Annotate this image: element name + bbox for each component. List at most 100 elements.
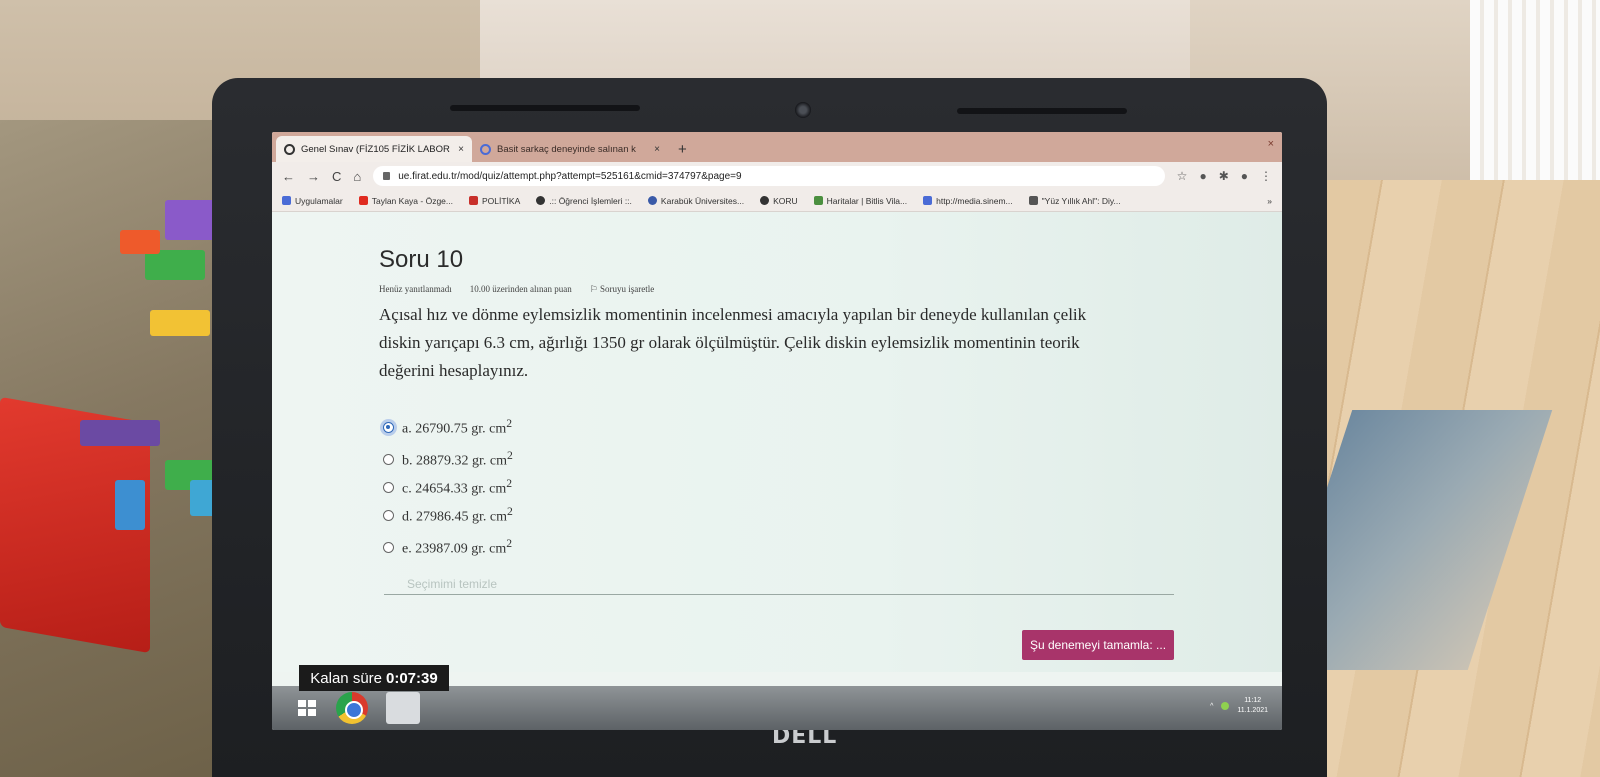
youtube-icon	[358, 196, 368, 205]
question-status: Henüz yanıtlanmadı	[379, 284, 452, 294]
bezel-slot	[957, 108, 1127, 114]
radio-button[interactable]	[383, 509, 394, 521]
bookmark-koru[interactable]: KORU	[760, 196, 798, 206]
flag-question-link[interactable]: ⚐ Soruyu işaretle	[590, 284, 655, 295]
tab-google[interactable]: Basit sarkaç deneyinde salınan k ×	[472, 136, 668, 162]
answer-option-c[interactable]: c. 24654.33 gr. cm2	[379, 475, 1282, 499]
bezel-slot	[450, 105, 640, 111]
extension-icon[interactable]: ●	[1199, 169, 1206, 183]
globe-icon	[760, 196, 770, 205]
quiz-page: Soru 10 Henüz yanıtlanmadı 10.00 üzerind…	[272, 212, 1282, 672]
file-explorer-icon[interactable]	[386, 692, 420, 724]
radio-button[interactable]	[383, 453, 394, 465]
system-tray: ^ 11:12 11.1.2021	[1210, 696, 1268, 716]
reload-icon[interactable]: C	[332, 169, 341, 184]
bookmark-label: "Yüz Yıllık Ahl": Diy...	[1041, 195, 1121, 206]
answer-option-d[interactable]: d. 27986.45 gr. cm2	[379, 499, 1282, 531]
bookmark-apps[interactable]: Uygulamalar	[282, 196, 343, 206]
bookmark-ogrenci[interactable]: .:: Öğrenci İşlemleri ::.	[536, 196, 632, 206]
toy-block	[80, 420, 160, 446]
system-clock[interactable]: 11:12 11.1.2021	[1237, 696, 1268, 716]
tab-title: Basit sarkaç deneyinde salınan k	[497, 143, 636, 155]
answer-label: b. 28879.32 gr. cm2	[402, 448, 513, 469]
close-icon[interactable]: ×	[654, 144, 660, 155]
home-icon[interactable]: ⌂	[353, 169, 361, 184]
address-bar[interactable]: ue.firat.edu.tr/mod/quiz/attempt.php?att…	[373, 166, 1165, 186]
flag-icon: ⚐	[589, 284, 601, 294]
answer-option-e[interactable]: e. 23987.09 gr. cm2	[379, 531, 1282, 563]
question-meta: Henüz yanıtlanmadı 10.00 üzerinden alına…	[379, 284, 1282, 295]
flag-label: Soruyu işaretle	[600, 284, 655, 294]
university-icon	[647, 196, 657, 205]
toy-block	[120, 230, 160, 254]
answer-label: c. 24654.33 gr. cm2	[402, 476, 513, 497]
content-divider	[384, 594, 1174, 595]
bookmarks-overflow-icon[interactable]: »	[1267, 196, 1272, 206]
windows-taskbar: ^ 11:12 11.1.2021	[272, 686, 1282, 730]
extensions-puzzle-icon[interactable]: ✱	[1219, 169, 1229, 183]
map-icon	[813, 196, 823, 205]
bookmarks-bar: Uygulamalar Taylan Kaya - Özge... POLİTİ…	[272, 190, 1282, 212]
answer-label: e. 23987.09 gr. cm2	[402, 536, 513, 557]
profile-avatar-icon[interactable]: ●	[1241, 169, 1248, 183]
bookmark-star-icon[interactable]: ☆	[1177, 169, 1188, 183]
book-icon	[1028, 196, 1038, 205]
bookmark-label: KORU	[773, 195, 798, 206]
clock-date: 11.1.2021	[1237, 707, 1268, 714]
finish-attempt-button[interactable]: Şu denemeyi tamamla: ...	[1022, 630, 1174, 660]
bookmark-label: Karabük Üniversites...	[660, 195, 745, 206]
bookmark-youtube[interactable]: Taylan Kaya - Özge...	[358, 195, 453, 206]
bookmark-label: Taylan Kaya - Özge...	[371, 195, 453, 206]
menu-kebab-icon[interactable]: ⋮	[1260, 169, 1272, 183]
bookmark-label: Uygulamalar	[295, 195, 343, 206]
chrome-taskbar-icon[interactable]	[336, 692, 368, 724]
answer-list: a. 26790.75 gr. cm2 b. 28879.32 gr. cm2 …	[379, 411, 1282, 563]
toy-block	[150, 310, 210, 336]
google-favicon-icon	[480, 143, 491, 155]
close-icon[interactable]: ×	[458, 144, 464, 155]
bookmark-karabuk[interactable]: Karabük Üniversites...	[647, 195, 745, 206]
windows-start-icon[interactable]	[292, 694, 322, 722]
tray-expand-icon[interactable]: ^	[1210, 703, 1213, 710]
r-logo-icon	[468, 196, 478, 205]
laptop-screen: Genel Sınav (FİZ105 FİZİK LABOR × Basit …	[272, 132, 1282, 730]
google-icon	[923, 196, 933, 205]
clock-time: 11:12	[1244, 697, 1262, 704]
toy-block	[115, 480, 145, 530]
answer-option-b[interactable]: b. 28879.32 gr. cm2	[379, 443, 1282, 475]
answer-label: a. 26790.75 gr. cm2	[402, 416, 513, 437]
question-points: 10.00 üzerinden alınan puan	[469, 284, 572, 294]
webcam	[795, 102, 811, 118]
radio-button[interactable]	[383, 481, 394, 493]
bookmark-label: .:: Öğrenci İşlemleri ::.	[549, 195, 632, 206]
toy-block	[145, 250, 205, 280]
answer-label: d. 27986.45 gr. cm2	[402, 504, 513, 525]
bookmark-yuz-yillik[interactable]: "Yüz Yıllık Ahl": Diy...	[1028, 195, 1121, 206]
background-curtain	[1470, 0, 1600, 190]
globe-icon	[536, 196, 546, 205]
timer-value: 0:07:39	[386, 669, 438, 687]
radio-button-selected[interactable]	[383, 421, 394, 433]
bookmark-politika[interactable]: POLİTİKA	[468, 196, 520, 206]
remaining-time-badge: Kalan süre 0:07:39	[299, 665, 449, 691]
url-text: ue.firat.edu.tr/mod/quiz/attempt.php?att…	[398, 170, 742, 182]
back-arrow-icon[interactable]: ←	[282, 169, 295, 184]
tab-quiz[interactable]: Genel Sınav (FİZ105 FİZİK LABOR ×	[276, 136, 472, 162]
new-tab-button[interactable]: +	[668, 141, 697, 162]
forward-arrow-icon[interactable]: →	[307, 169, 320, 184]
radio-button[interactable]	[383, 541, 394, 553]
bookmark-media[interactable]: http://media.sinem...	[923, 196, 1013, 206]
toy-block	[165, 200, 215, 240]
clear-choice-link[interactable]: Seçimimi temizle	[407, 577, 1282, 591]
apps-grid-icon	[282, 196, 291, 205]
window-close-icon[interactable]: ×	[1268, 138, 1274, 150]
network-status-icon[interactable]	[1221, 702, 1230, 710]
answer-option-a[interactable]: a. 26790.75 gr. cm2	[379, 411, 1282, 443]
browser-tab-strip: Genel Sınav (FİZ105 FİZİK LABOR × Basit …	[272, 132, 1282, 162]
bookmark-haritalar[interactable]: Haritalar | Bitlis Vila...	[813, 195, 908, 206]
lock-icon	[383, 172, 391, 180]
bookmark-label: http://media.sinem...	[936, 195, 1013, 206]
moodle-favicon-icon	[284, 143, 295, 155]
browser-toolbar: ← → C ⌂ ue.firat.edu.tr/mod/quiz/attempt…	[272, 162, 1282, 190]
bookmark-label: Haritalar | Bitlis Vila...	[826, 195, 908, 206]
